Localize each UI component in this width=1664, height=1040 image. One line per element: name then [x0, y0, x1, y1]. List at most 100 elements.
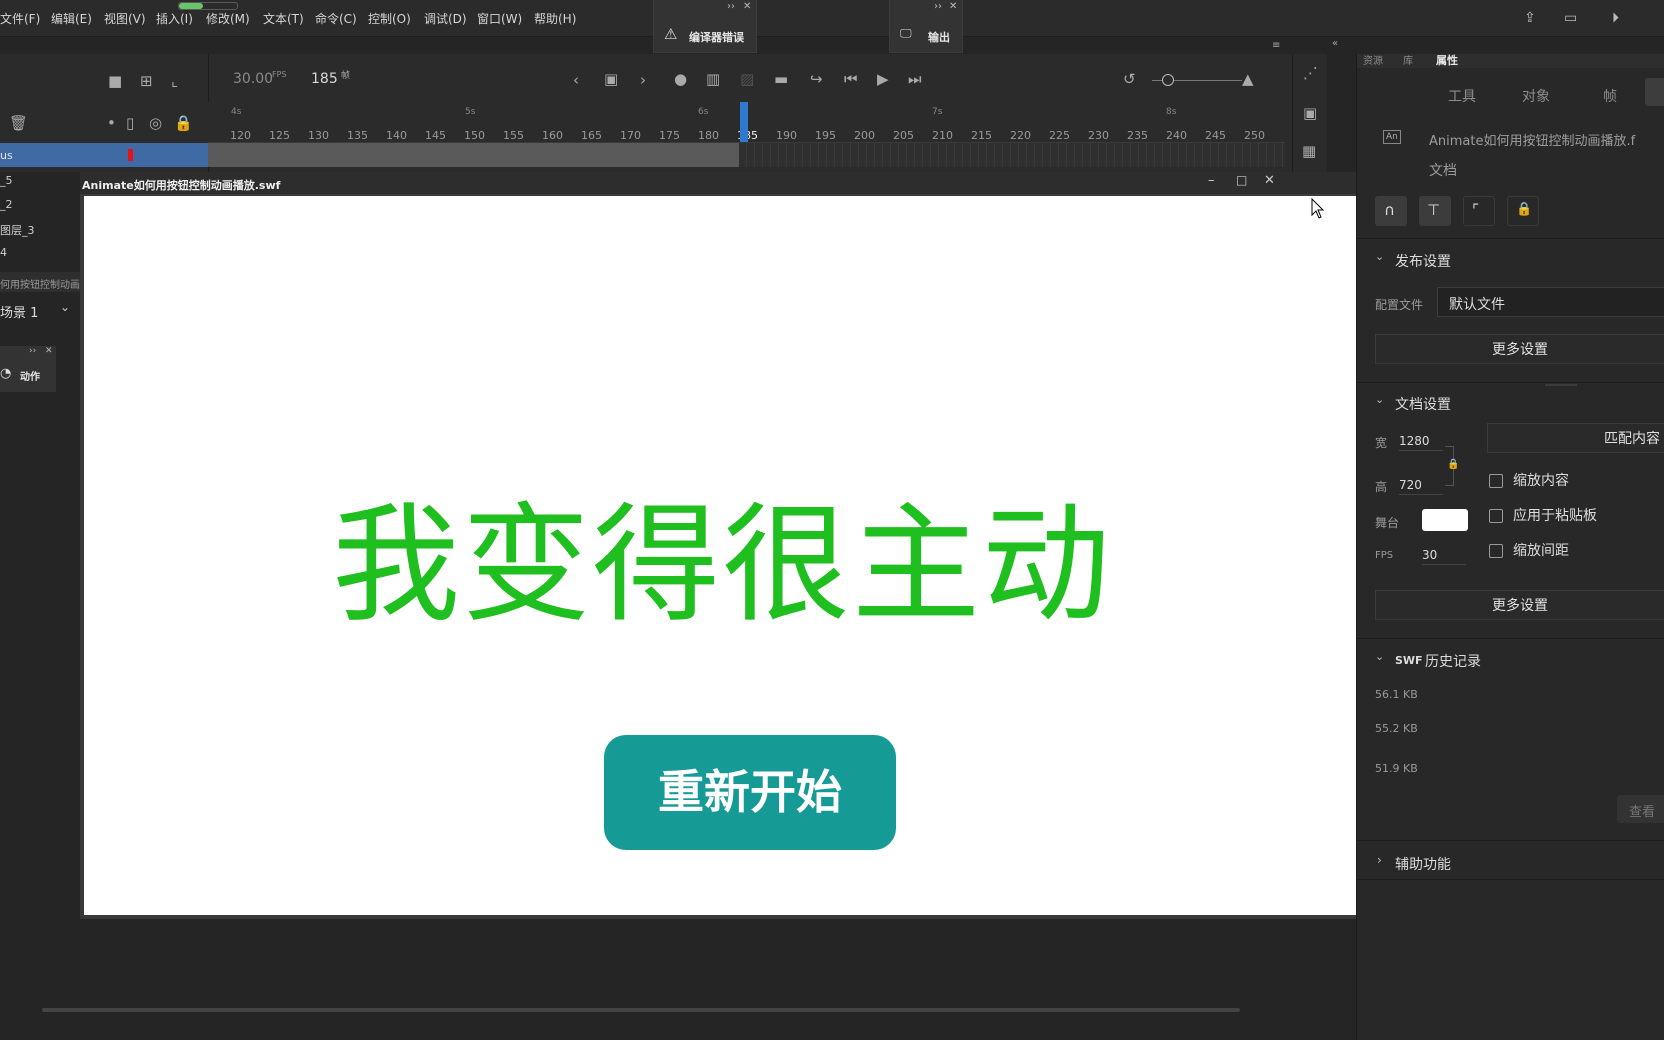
step-back-icon[interactable]: ⏮	[844, 70, 858, 88]
menu-control[interactable]: 控制(O)	[368, 10, 411, 27]
history-item[interactable]: 55.2 KB	[1375, 722, 1418, 735]
tab-properties[interactable]: 属性	[1436, 52, 1458, 68]
close-icon[interactable]: ✕	[949, 1, 957, 12]
tab-assets[interactable]: 资源	[1363, 52, 1383, 67]
grid-icon[interactable]: ▦	[1302, 142, 1316, 160]
menu-file[interactable]: 文件(F)	[0, 10, 40, 27]
next-keyframe-icon[interactable]: ›	[640, 71, 646, 89]
height-input[interactable]: 720	[1399, 478, 1422, 492]
frame-display[interactable]: 185	[311, 71, 338, 87]
layer-name[interactable]: _2	[0, 198, 13, 211]
export-icon[interactable]: ↪	[810, 70, 823, 88]
layer-row-selected[interactable]	[0, 143, 208, 167]
empty-frames[interactable]	[739, 143, 1285, 167]
doc-tab[interactable]: 何用按钮控制动画	[0, 272, 80, 292]
restart-button[interactable]: 重新开始	[604, 735, 896, 850]
frame-span[interactable]	[208, 143, 739, 167]
camera-icon[interactable]: ■	[108, 72, 122, 90]
menu-window[interactable]: 窗口(W)	[477, 10, 522, 27]
scale-content-checkbox[interactable]	[1489, 474, 1503, 488]
insert-keyframe-icon[interactable]: ▣	[604, 70, 618, 88]
view-history-button[interactable]: 查看	[1617, 795, 1664, 823]
publish-settings-title[interactable]: 发布设置	[1395, 251, 1451, 271]
play-preview-icon[interactable]: ⏵	[1612, 10, 1619, 26]
maximize-icon[interactable]: □	[1236, 173, 1247, 187]
profile-select[interactable]: 默认文件	[1437, 287, 1664, 317]
share-icon[interactable]: ⇪	[1524, 10, 1536, 26]
scale-spacing-checkbox[interactable]	[1489, 544, 1503, 558]
chevron-down-icon[interactable]: ⌄	[1375, 393, 1384, 406]
stage-color-swatch[interactable]	[1422, 509, 1468, 531]
hierarchy-icon[interactable]: ⊞	[140, 72, 153, 90]
link-lock-icon[interactable]: 🔒	[1447, 459, 1459, 470]
panel-menu-icon[interactable]: ≡	[1272, 40, 1280, 51]
match-contents-button[interactable]: 匹配内容	[1487, 423, 1664, 453]
lock-toggle[interactable]: 🔒	[1507, 196, 1539, 226]
swf-window-titlebar[interactable]: Animate如何用按钮控制动画播放.swf – □ ✕	[80, 172, 1360, 194]
trash-icon[interactable]: 🗑	[9, 114, 28, 132]
history-item[interactable]: 56.1 KB	[1375, 688, 1418, 701]
onion-outline-icon[interactable]: ▥	[706, 70, 720, 88]
expand-icon[interactable]: ››	[934, 1, 942, 12]
lock-icon[interactable]: 🔒	[174, 114, 193, 132]
playhead[interactable]	[740, 102, 748, 142]
chevron-down-icon[interactable]: ⌄	[1375, 650, 1384, 663]
close-icon[interactable]: ✕	[1264, 173, 1275, 188]
outline-icon[interactable]: ▯	[126, 114, 134, 132]
prev-keyframe-icon[interactable]: ‹	[573, 71, 579, 89]
collapse-panel-icon[interactable]: «	[1332, 38, 1338, 49]
publish-more-settings-button[interactable]: 更多设置	[1375, 334, 1664, 364]
chevron-down-icon[interactable]: ⌄	[1375, 250, 1384, 263]
chevron-right-icon[interactable]: ›	[1377, 853, 1382, 867]
minimize-icon[interactable]: –	[1208, 173, 1215, 188]
expand-icon[interactable]: ››	[29, 346, 36, 356]
tab-tools[interactable]: 工具	[1448, 86, 1476, 106]
menu-insert[interactable]: 插入(I)	[156, 10, 193, 27]
layer-name[interactable]: 图层_3	[0, 222, 35, 238]
zoom-slider-handle[interactable]	[1162, 74, 1174, 86]
workspace-icon[interactable]: ▭	[1564, 10, 1577, 26]
menu-debug[interactable]: 调试(D)	[424, 10, 467, 27]
width-input[interactable]: 1280	[1399, 434, 1430, 448]
tab-library[interactable]: 库	[1403, 52, 1413, 67]
apply-pasteboard-checkbox[interactable]	[1489, 509, 1503, 523]
layer-name[interactable]: 4	[0, 246, 7, 259]
layer-name[interactable]: _5	[0, 174, 13, 187]
output-label[interactable]: 输出	[928, 29, 950, 45]
compiler-errors-label[interactable]: 编译器错误	[689, 29, 744, 45]
close-icon[interactable]: ✕	[743, 1, 751, 12]
dot-icon[interactable]: •	[107, 114, 116, 132]
doc-more-settings-button[interactable]: 更多设置	[1375, 590, 1664, 620]
close-icon[interactable]: ✕	[45, 346, 53, 356]
horizontal-scrollbar[interactable]	[42, 1008, 1240, 1012]
step-forward-icon[interactable]: ⏭	[908, 70, 922, 88]
tab-object[interactable]: 对象	[1522, 86, 1550, 106]
onion-skin-icon[interactable]: ●	[674, 70, 687, 88]
guides-toggle[interactable]: ⊤	[1419, 196, 1451, 226]
undo-icon[interactable]: ↺	[1123, 70, 1136, 88]
mountain-icon[interactable]: ▲	[1242, 70, 1254, 88]
eye-off-icon[interactable]: ◎	[149, 114, 162, 132]
rulers-toggle[interactable]: ⌜	[1463, 196, 1495, 226]
fps-display[interactable]: 30.00	[233, 71, 273, 87]
history-item[interactable]: 51.9 KB	[1375, 762, 1418, 775]
swf-history-title[interactable]: 历史记录	[1425, 651, 1481, 671]
tab-document[interactable]	[1645, 78, 1664, 106]
tab-frame[interactable]: 帧	[1603, 86, 1617, 106]
resize-handle[interactable]	[1545, 384, 1577, 386]
fps-input[interactable]: 30	[1422, 548, 1437, 562]
actions-label[interactable]: 动作	[20, 368, 40, 383]
menu-view[interactable]: 视图(V)	[104, 10, 146, 27]
graph-icon[interactable]: ⌞	[171, 72, 178, 90]
chevron-down-icon[interactable]: ⌄	[60, 300, 70, 314]
play-icon[interactable]: ▶	[877, 70, 889, 88]
motion-icon[interactable]: ⋰	[1303, 64, 1318, 82]
accessibility-title[interactable]: 辅助功能	[1395, 854, 1451, 874]
library-icon[interactable]: ▣	[1303, 104, 1317, 122]
menu-command[interactable]: 命令(C)	[315, 10, 357, 27]
layer-name[interactable]: us	[0, 149, 13, 162]
expand-icon[interactable]: ››	[727, 1, 735, 12]
menu-modify[interactable]: 修改(M)	[206, 10, 250, 27]
menu-help[interactable]: 帮助(H)	[534, 10, 576, 27]
menu-edit[interactable]: 编辑(E)	[51, 10, 92, 27]
